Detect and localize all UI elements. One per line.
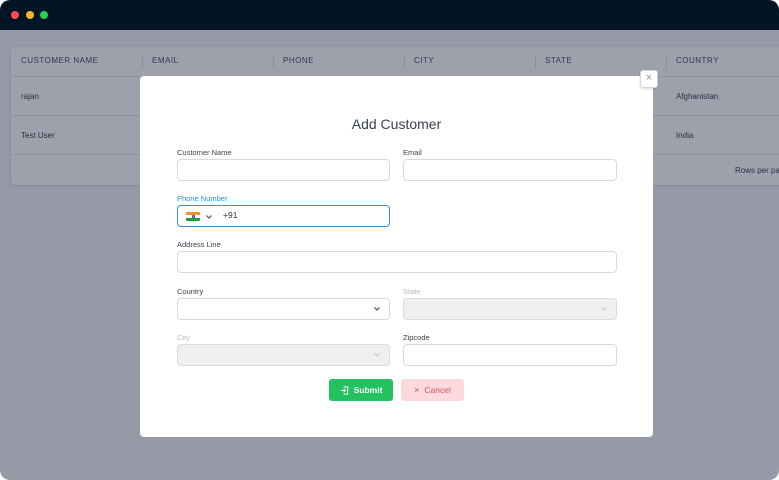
customer-name-label: Customer Name — [177, 148, 232, 157]
login-icon — [340, 385, 348, 395]
city-select — [177, 344, 390, 366]
state-select — [403, 298, 617, 320]
zipcode-input[interactable] — [403, 344, 617, 366]
india-flag-icon[interactable] — [186, 212, 200, 221]
chevron-down-icon — [374, 307, 380, 311]
dialog-title: Add Customer — [351, 116, 442, 132]
title-bar — [0, 0, 779, 30]
state-label: State — [403, 287, 421, 296]
zipcode-label: Zipcode — [403, 333, 430, 342]
close-window-button[interactable] — [11, 11, 19, 19]
city-label: City — [177, 333, 190, 342]
chevron-down-icon[interactable] — [205, 213, 213, 221]
add-customer-dialog: Add Customer Customer Name Email Phone N… — [140, 76, 653, 437]
close-icon: × — [414, 384, 420, 395]
address-line-label: Address Line — [177, 240, 221, 249]
close-dialog-button[interactable]: × — [640, 70, 658, 88]
phone-number-input[interactable]: +91 — [177, 205, 390, 227]
address-line-input[interactable] — [177, 251, 617, 273]
chevron-down-icon — [374, 353, 380, 357]
maximize-window-button[interactable] — [40, 11, 48, 19]
submit-label: Submit — [353, 385, 383, 395]
email-input[interactable] — [403, 159, 617, 181]
minimize-window-button[interactable] — [26, 11, 34, 19]
email-label: Email — [403, 148, 422, 157]
customer-name-input[interactable] — [177, 159, 390, 181]
phone-number-label: Phone Number — [177, 194, 228, 203]
app-window: CUSTOMER NAME EMAIL PHONE CITY STATE COU… — [0, 0, 779, 480]
phone-number-value: +91 — [223, 210, 238, 220]
chevron-down-icon — [601, 307, 607, 311]
cancel-button[interactable]: × Cancel — [401, 379, 464, 401]
country-select[interactable] — [177, 298, 390, 320]
country-label: Country — [177, 287, 204, 296]
submit-button[interactable]: Submit — [329, 379, 393, 401]
cancel-label: Cancel — [424, 385, 451, 395]
